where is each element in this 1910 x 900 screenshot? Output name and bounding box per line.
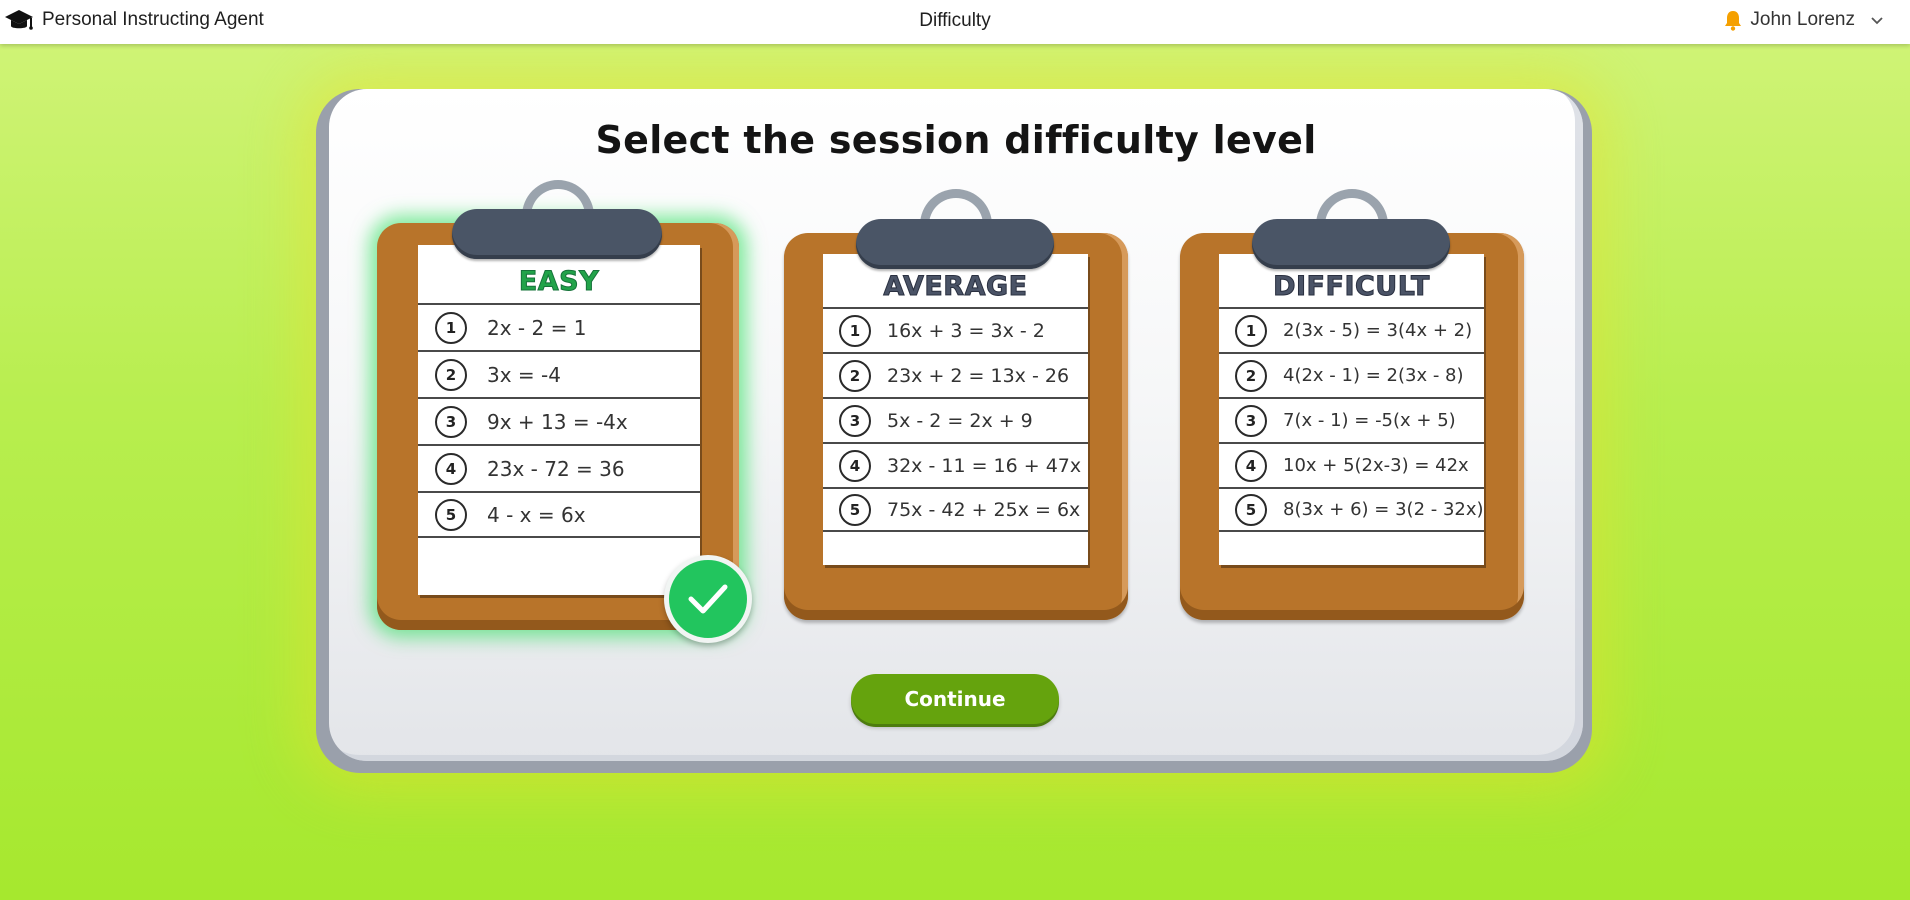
selected-check-badge [664, 555, 752, 643]
problem-equation: 10x + 5(2x-3) = 42x [1283, 455, 1469, 476]
problem-number: 1 [435, 311, 467, 344]
problem-equation: 7(x - 1) = -5(x + 5) [1283, 410, 1456, 431]
difficulty-option-difficult[interactable]: DIFFICULT 1 2(3x - 5) = 3(4x + 2) 2 4(2x… [1180, 189, 1524, 620]
problem-row: 4 23x - 72 = 36 [418, 444, 700, 491]
problem-row: 3 5x - 2 = 2x + 9 [823, 397, 1088, 442]
problem-row: 1 16x + 3 = 3x - 2 [823, 307, 1088, 352]
user-name: John Lorenz [1750, 9, 1855, 30]
problem-row: 2 23x + 2 = 13x - 26 [823, 352, 1088, 397]
problem-number: 2 [435, 358, 467, 391]
problem-equation: 3x = -4 [487, 362, 561, 387]
clip-bar [452, 209, 662, 259]
problem-sheet: EASY 1 2x - 2 = 1 2 3x = -4 3 9x + 13 = … [418, 245, 700, 595]
problem-number: 4 [435, 452, 467, 485]
problem-equation: 23x + 2 = 13x - 26 [887, 364, 1070, 387]
page-title: Difficulty [919, 10, 991, 31]
problem-number: 2 [1235, 359, 1267, 392]
problem-number: 1 [839, 314, 871, 347]
problem-row: 4 32x - 11 = 16 + 47x [823, 442, 1088, 487]
problem-equation: 2(3x - 5) = 3(4x + 2) [1283, 320, 1473, 341]
problem-row: 1 2x - 2 = 1 [418, 303, 700, 350]
problem-row: 3 7(x - 1) = -5(x + 5) [1219, 397, 1484, 442]
problem-number: 1 [1235, 314, 1267, 347]
continue-button[interactable]: Continue [851, 674, 1059, 724]
problem-sheet: DIFFICULT 1 2(3x - 5) = 3(4x + 2) 2 4(2x… [1219, 254, 1484, 565]
problem-row: 5 75x - 42 + 25x = 6x [823, 487, 1088, 532]
problem-number: 3 [839, 404, 871, 437]
problem-row: 5 8(3x + 6) = 3(2 - 32x) [1219, 487, 1484, 532]
problem-equation: 2x - 2 = 1 [487, 315, 587, 340]
problem-equation: 9x + 13 = -4x [487, 409, 628, 434]
card-heading: Select the session difficulty level [595, 118, 1317, 162]
problem-sheet: AVERAGE 1 16x + 3 = 3x - 2 2 23x + 2 = 1… [823, 254, 1088, 565]
problem-equation: 5x - 2 = 2x + 9 [887, 409, 1033, 432]
chevron-down-icon[interactable] [1870, 13, 1884, 27]
problem-number: 4 [839, 449, 871, 482]
clip-bar [856, 219, 1054, 269]
problem-number: 2 [839, 359, 871, 392]
bell-icon[interactable] [1723, 9, 1743, 31]
problem-row: 3 9x + 13 = -4x [418, 397, 700, 444]
app-name: Personal Instructing Agent [42, 9, 264, 30]
app-brand[interactable]: Personal Instructing Agent [4, 0, 264, 40]
clip-bar [1252, 219, 1450, 269]
problem-equation: 32x - 11 = 16 + 47x [887, 454, 1082, 477]
problem-row: 4 10x + 5(2x-3) = 42x [1219, 442, 1484, 487]
problem-equation: 4(2x - 1) = 2(3x - 8) [1283, 365, 1464, 386]
checkmark-icon [688, 584, 728, 614]
problem-number: 3 [435, 405, 467, 438]
problem-row: 5 4 - x = 6x [418, 491, 700, 538]
problem-row: 1 2(3x - 5) = 3(4x + 2) [1219, 307, 1484, 352]
problem-number: 5 [435, 498, 467, 531]
top-bar: Personal Instructing Agent Difficulty Jo… [0, 0, 1910, 44]
difficulty-option-average[interactable]: AVERAGE 1 16x + 3 = 3x - 2 2 23x + 2 = 1… [784, 189, 1128, 620]
problem-row: 2 3x = -4 [418, 350, 700, 397]
problem-equation: 16x + 3 = 3x - 2 [887, 319, 1045, 342]
problem-number: 5 [839, 493, 871, 526]
problem-equation: 4 - x = 6x [487, 502, 586, 527]
problem-number: 3 [1235, 404, 1267, 437]
graduation-cap-icon [5, 10, 33, 30]
problem-number: 4 [1235, 449, 1267, 482]
problem-equation: 8(3x + 6) = 3(2 - 32x) [1283, 499, 1484, 520]
problem-equation: 75x - 42 + 25x = 6x [887, 498, 1081, 521]
user-menu[interactable]: John Lorenz [1723, 0, 1884, 40]
problem-number: 5 [1235, 493, 1267, 526]
problem-equation: 23x - 72 = 36 [487, 456, 625, 481]
problem-row: 2 4(2x - 1) = 2(3x - 8) [1219, 352, 1484, 397]
